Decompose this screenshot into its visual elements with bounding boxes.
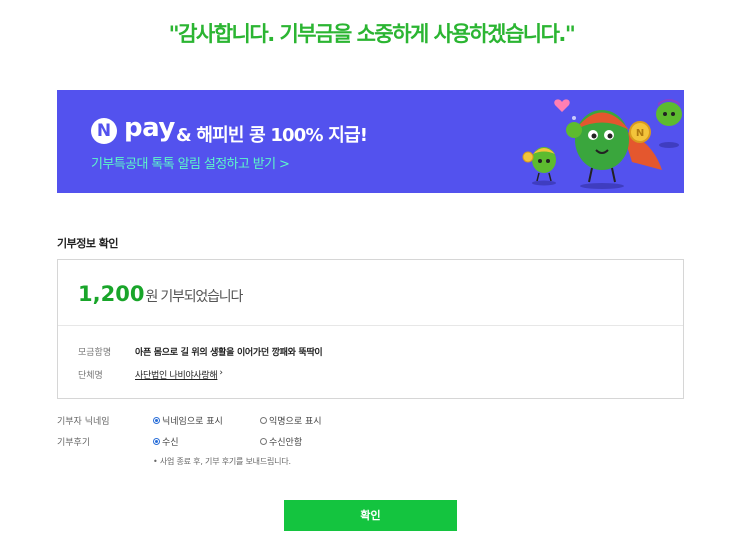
- radio-checked-icon: [153, 417, 160, 424]
- amount-value: 1,200: [78, 282, 145, 306]
- nickname-anonymous-label: 익명으로 표시: [269, 417, 322, 427]
- review-option-row: 기부후기 수신 수신안함: [57, 435, 367, 448]
- nickname-show-label: 닉네임으로 표시: [162, 417, 223, 427]
- radio-unchecked-icon: [260, 417, 267, 424]
- amount-suffix: 원 기부되었습니다: [145, 289, 243, 305]
- radio-checked-icon: [153, 438, 160, 445]
- donation-info-box: 1,200 원 기부되었습니다 모금함명 아픈 몸으로 길 위의 생활을 이어가…: [57, 259, 684, 399]
- review-decline-radio[interactable]: 수신안함: [260, 435, 367, 448]
- organization-label: 단체명: [78, 371, 103, 381]
- npay-logo-icon: N: [91, 118, 117, 144]
- radio-unchecked-icon: [260, 438, 267, 445]
- bean-characters-illustration: N: [522, 99, 682, 189]
- nickname-label: 기부자 닉네임: [57, 417, 110, 427]
- review-receive-radio[interactable]: 수신: [153, 435, 260, 448]
- fundraiser-label: 모금함명: [78, 348, 112, 358]
- organization-link[interactable]: 사단법인 나비야사랑해: [135, 368, 218, 381]
- fundraiser-value: 아픈 몸으로 길 위의 생활을 이어가던 깡패와 뚝딱이: [135, 348, 323, 358]
- chevron-right-icon: ›: [219, 368, 223, 378]
- donation-info-title: 기부정보 확인: [57, 237, 119, 250]
- confirm-button[interactable]: 확인: [284, 500, 457, 531]
- npay-logo-word: pay: [124, 113, 175, 143]
- review-label: 기부후기: [57, 438, 91, 448]
- npay-promo-banner[interactable]: N pay & 해피빈 콩 100% 지급! 기부특공대 톡톡 알림 설정하고 …: [57, 90, 684, 193]
- donation-amount: 1,200 원 기부되었습니다: [78, 282, 243, 312]
- banner-title: & 해피빈 콩 100% 지급!: [176, 125, 368, 146]
- fundraiser-name-row: 모금함명 아픈 몸으로 길 위의 생활을 이어가던 깡패와 뚝딱이: [78, 345, 323, 358]
- review-note: • 사업 종료 후, 기부 후기를 보내드립니다.: [153, 457, 291, 466]
- organization-row: 단체명 사단법인 나비야사랑해 ›: [78, 368, 223, 381]
- nickname-anonymous-radio[interactable]: 익명으로 표시: [260, 414, 367, 427]
- banner-subtitle-link[interactable]: 기부특공대 톡톡 알림 설정하고 받기 >: [91, 153, 290, 172]
- review-receive-label: 수신: [162, 438, 179, 448]
- review-decline-label: 수신안함: [269, 438, 303, 448]
- nickname-option-row: 기부자 닉네임 닉네임으로 표시 익명으로 표시: [57, 414, 367, 427]
- nickname-show-radio[interactable]: 닉네임으로 표시: [153, 414, 260, 427]
- divider: [58, 325, 683, 326]
- svg-text:N: N: [636, 128, 644, 139]
- thank-you-headline: "감사합니다. 기부금을 소중하게 사용하겠습니다.": [168, 22, 576, 46]
